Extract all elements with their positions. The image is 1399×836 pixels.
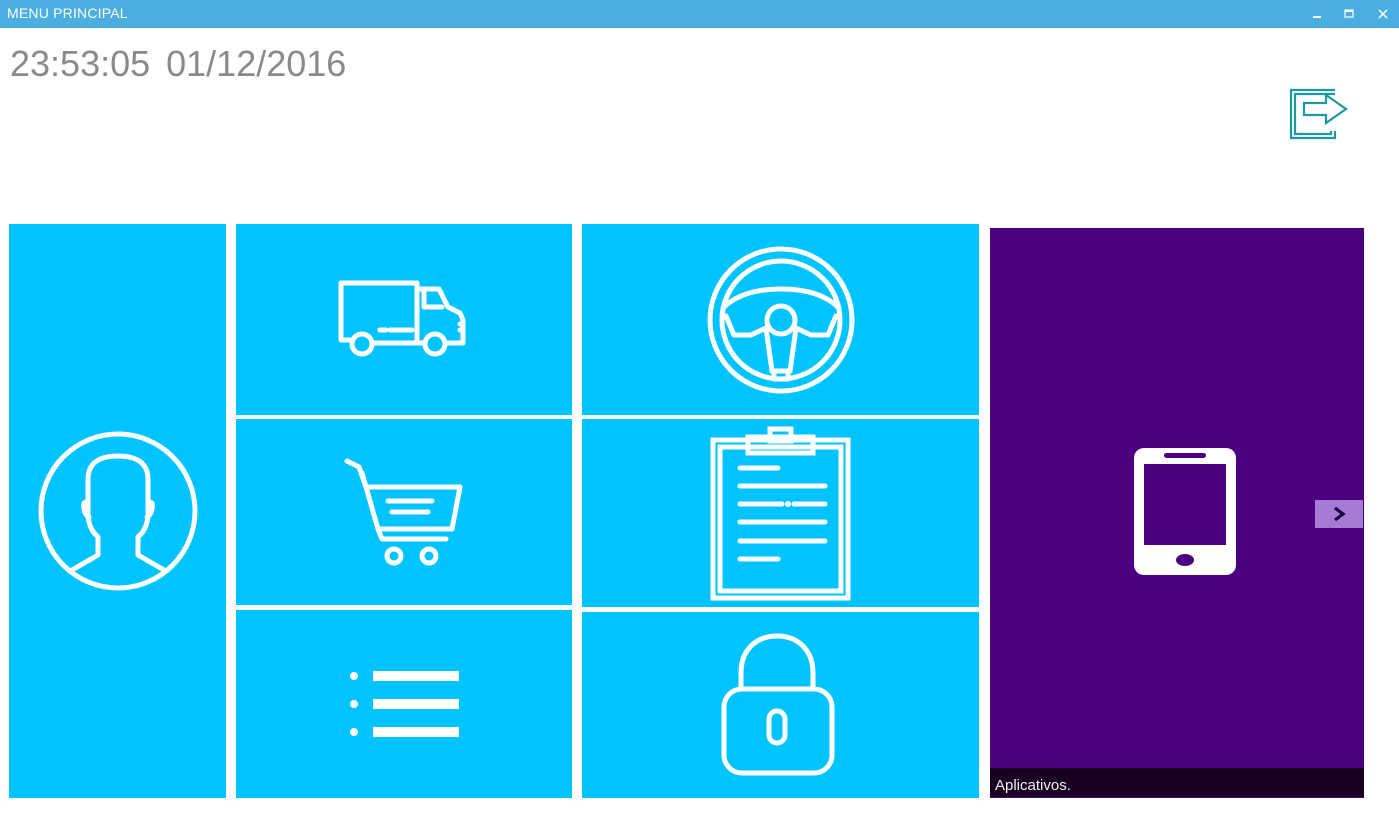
close-button[interactable] xyxy=(1366,0,1399,28)
tile-list[interactable] xyxy=(236,610,572,798)
tile-user[interactable] xyxy=(9,224,226,798)
steering-wheel-icon xyxy=(707,246,854,393)
main-menu-window: MENU PRINCIPAL 23:53:05 01/12/2016 Aplic… xyxy=(0,0,1399,836)
current-date: 01/12/2016 xyxy=(166,43,347,84)
smartphone-icon xyxy=(1134,448,1236,575)
exit-button[interactable] xyxy=(1284,76,1350,142)
apps-caption: Aplicativos. xyxy=(990,768,1364,797)
clock: 23:53:05 01/12/2016 xyxy=(10,43,346,85)
clipboard-icon xyxy=(710,426,851,600)
tile-lock[interactable] xyxy=(582,612,979,798)
chevron-right-icon xyxy=(1334,506,1346,522)
current-time: 23:53:05 xyxy=(10,43,151,84)
exit-icon xyxy=(1289,88,1348,140)
title-bar[interactable]: MENU PRINCIPAL xyxy=(0,0,1399,28)
minimize-icon xyxy=(1313,16,1321,18)
minimize-button[interactable] xyxy=(1300,0,1334,28)
cart-icon xyxy=(344,458,463,566)
maximize-button[interactable] xyxy=(1332,0,1366,28)
close-icon xyxy=(1378,9,1388,19)
next-button[interactable] xyxy=(1315,500,1363,528)
window-title: MENU PRINCIPAL xyxy=(7,5,128,21)
tile-steering-wheel[interactable] xyxy=(582,224,979,415)
tile-apps[interactable]: Aplicativos. xyxy=(990,228,1364,798)
truck-icon xyxy=(338,280,466,356)
maximize-icon xyxy=(1344,9,1354,18)
lock-icon xyxy=(721,633,834,775)
tile-clipboard[interactable] xyxy=(582,419,979,607)
tile-truck[interactable] xyxy=(236,224,572,415)
tile-cart[interactable] xyxy=(236,419,572,605)
list-icon xyxy=(350,671,459,737)
user-icon xyxy=(38,431,197,591)
